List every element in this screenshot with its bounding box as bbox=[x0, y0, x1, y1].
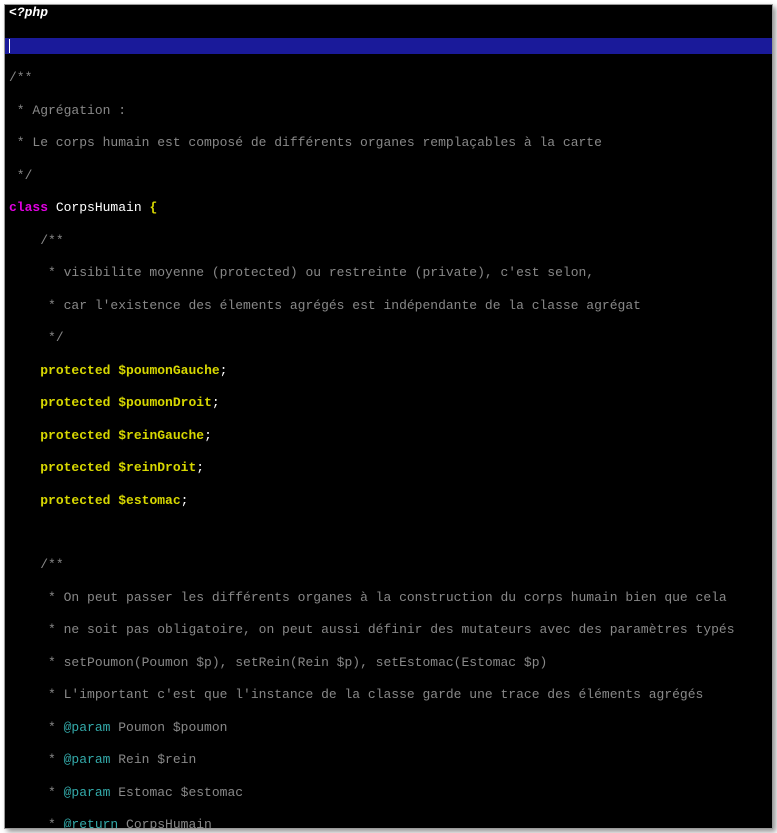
token-comment: */ bbox=[40, 330, 63, 345]
token-type: CorpsHumain bbox=[56, 200, 142, 215]
token-var: $reinDroit bbox=[118, 460, 196, 475]
code-line[interactable]: * @return CorpsHumain bbox=[5, 817, 772, 829]
token-comment: CorpsHumain bbox=[118, 817, 212, 829]
code-line[interactable]: * Agrégation : bbox=[5, 103, 772, 119]
token-comment: * Agrégation : bbox=[9, 103, 126, 118]
token-kw2: protected bbox=[40, 493, 110, 508]
code-line[interactable]: /** bbox=[5, 70, 772, 86]
token-var: $poumonGauche bbox=[118, 363, 219, 378]
token-var: $poumonDroit bbox=[118, 395, 212, 410]
token-comment: * visibilite moyenne (protected) ou rest… bbox=[40, 265, 594, 280]
token-comment: /** bbox=[40, 233, 63, 248]
token-op: ; bbox=[220, 363, 228, 378]
token-comment: Poumon $poumon bbox=[110, 720, 227, 735]
token-var: $estomac bbox=[118, 493, 180, 508]
code-line[interactable]: * visibilite moyenne (protected) ou rest… bbox=[5, 265, 772, 281]
code-line[interactable]: protected $reinGauche; bbox=[5, 428, 772, 444]
token-comment: * bbox=[40, 720, 63, 735]
token-comment: * bbox=[40, 817, 63, 829]
token-comment: * car l'existence des élements agrégés e… bbox=[40, 298, 641, 313]
token-doctag: @param bbox=[64, 752, 111, 767]
token-op: ; bbox=[204, 428, 212, 443]
code-line[interactable]: * L'important c'est que l'instance de la… bbox=[5, 687, 772, 703]
code-line[interactable]: */ bbox=[5, 168, 772, 184]
token-kw: class bbox=[9, 200, 48, 215]
token-comment: * bbox=[40, 785, 63, 800]
token-comment: * Le corps humain est composé de différe… bbox=[9, 135, 602, 150]
token-doctag: @param bbox=[64, 720, 111, 735]
token-op: ; bbox=[196, 460, 204, 475]
token-brace: { bbox=[149, 200, 157, 215]
token-comment: * ne soit pas obligatoire, on peut aussi… bbox=[40, 622, 734, 637]
code-line[interactable]: * ne soit pas obligatoire, on peut aussi… bbox=[5, 622, 772, 638]
token-comment: * L'important c'est que l'instance de la… bbox=[40, 687, 703, 702]
code-line[interactable]: * @param Poumon $poumon bbox=[5, 720, 772, 736]
code-editor[interactable]: <?php /** * Agrégation : * Le corps huma… bbox=[4, 4, 773, 829]
code-line[interactable] bbox=[5, 38, 772, 54]
token-comment: /** bbox=[40, 557, 63, 572]
token-kw2: protected bbox=[40, 363, 110, 378]
code-line[interactable]: */ bbox=[5, 330, 772, 346]
code-line[interactable]: protected $poumonGauche; bbox=[5, 363, 772, 379]
token-comment: * setPoumon(Poumon $p), setRein(Rein $p)… bbox=[40, 655, 547, 670]
code-line[interactable]: protected $poumonDroit; bbox=[5, 395, 772, 411]
token-op bbox=[48, 200, 56, 215]
token-op: ; bbox=[212, 395, 220, 410]
token-comment: /** bbox=[9, 70, 32, 85]
token-comment: * On peut passer les différents organes … bbox=[40, 590, 727, 605]
code-line[interactable]: /** bbox=[5, 233, 772, 249]
token-kw2: protected bbox=[40, 428, 110, 443]
code-area[interactable]: <?php /** * Agrégation : * Le corps huma… bbox=[5, 5, 772, 829]
code-line[interactable]: * @param Estomac $estomac bbox=[5, 785, 772, 801]
token-doctag: @return bbox=[64, 817, 119, 829]
code-line[interactable]: * Le corps humain est composé de différe… bbox=[5, 135, 772, 151]
token-comment: * bbox=[40, 752, 63, 767]
token-doctag: @param bbox=[64, 785, 111, 800]
code-line[interactable]: /** bbox=[5, 557, 772, 573]
token-comment: Estomac $estomac bbox=[110, 785, 243, 800]
code-line[interactable]: <?php bbox=[5, 5, 772, 21]
token-var: $reinGauche bbox=[118, 428, 204, 443]
token-tag: <?php bbox=[9, 5, 48, 20]
code-line[interactable]: * @param Rein $rein bbox=[5, 752, 772, 768]
token-comment: */ bbox=[9, 168, 32, 183]
cursor-caret bbox=[9, 39, 10, 53]
token-comment: Rein $rein bbox=[110, 752, 196, 767]
code-line[interactable]: * car l'existence des élements agrégés e… bbox=[5, 298, 772, 314]
token-kw2: protected bbox=[40, 460, 110, 475]
token-op: ; bbox=[181, 493, 189, 508]
code-line[interactable]: * setPoumon(Poumon $p), setRein(Rein $p)… bbox=[5, 655, 772, 671]
code-line[interactable]: protected $reinDroit; bbox=[5, 460, 772, 476]
code-line[interactable] bbox=[5, 525, 772, 541]
code-line[interactable]: class CorpsHumain { bbox=[5, 200, 772, 216]
code-line[interactable]: protected $estomac; bbox=[5, 493, 772, 509]
token-kw2: protected bbox=[40, 395, 110, 410]
code-line[interactable]: * On peut passer les différents organes … bbox=[5, 590, 772, 606]
